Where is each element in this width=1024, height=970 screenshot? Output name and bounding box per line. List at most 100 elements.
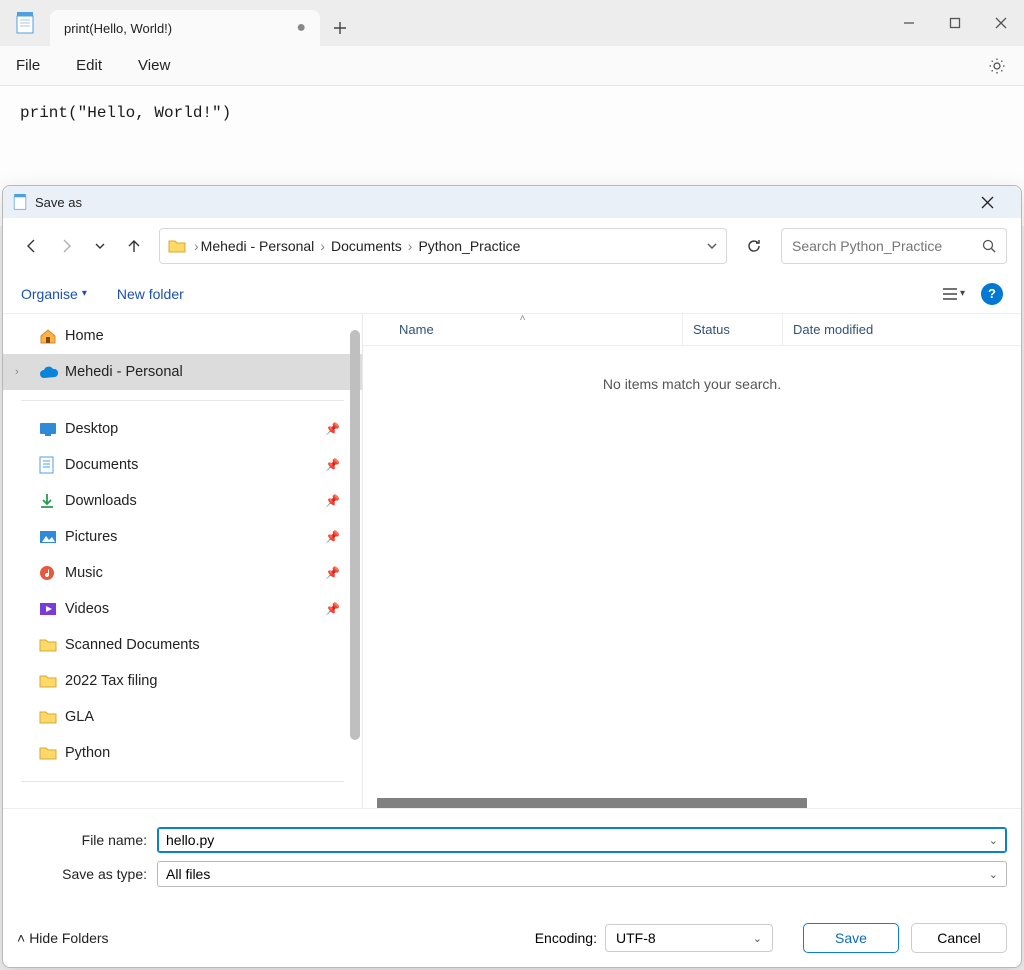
encoding-label: Encoding: [535,930,597,946]
hide-folders-button[interactable]: ˄ Hide Folders [17,930,109,946]
tree-item-personal[interactable]: › Mehedi - Personal [3,354,362,390]
minimize-button[interactable] [886,0,932,46]
encoding-select[interactable]: UTF-8 ⌄ [605,924,773,952]
music-icon [39,565,59,581]
cancel-button[interactable]: Cancel [911,923,1007,953]
save-button[interactable]: Save [803,923,899,953]
menu-view[interactable]: View [138,57,170,74]
view-options-button[interactable]: ▾ [942,287,965,301]
filename-field[interactable]: ⌄ [157,827,1007,853]
search-box[interactable] [781,228,1007,264]
chevron-down-icon[interactable]: ⌄ [753,932,762,945]
folder-icon [39,674,59,688]
chevron-down-icon[interactable]: ⌄ [989,834,998,847]
dialog-titlebar: Save as [3,186,1021,218]
help-button[interactable]: ? [981,283,1003,305]
tree-scrollbar[interactable] [350,330,360,740]
new-tab-button[interactable] [320,10,360,46]
crumb-2[interactable]: Python_Practice [418,238,520,254]
navigation-row: › Mehedi - Personal › Documents › Python… [3,218,1021,274]
dialog-body: Home › Mehedi - Personal Desktop 📌 Docum… [3,314,1021,808]
videos-icon [39,602,59,616]
tree-item-home[interactable]: Home [3,318,362,354]
empty-state-text: No items match your search. [363,376,1021,392]
pictures-icon [39,530,59,544]
pin-icon: 📌 [325,422,340,436]
save-as-dialog: Save as › Mehedi - Personal › Documents … [2,185,1022,968]
pin-icon: 📌 [325,530,340,544]
close-button[interactable] [978,0,1024,46]
dialog-notepad-icon [13,194,27,210]
list-column-headers: ˄ Name Status Date modified [363,314,1021,346]
encoding-value: UTF-8 [616,930,656,946]
downloads-icon [39,493,59,509]
horizontal-scrollbar[interactable] [377,798,807,808]
tree-item-desktop[interactable]: Desktop 📌 [3,411,362,447]
search-icon [982,239,996,253]
tree-divider [21,781,344,782]
tree-item-pictures[interactable]: Pictures 📌 [3,519,362,555]
tree-item-videos[interactable]: Videos 📌 [3,591,362,627]
savetype-field[interactable]: All files ⌄ [157,861,1007,887]
document-tab[interactable]: print(Hello, World!) ● [50,10,320,46]
column-status[interactable]: Status [683,314,783,345]
menu-file[interactable]: File [16,57,40,74]
menu-edit[interactable]: Edit [76,57,102,74]
organise-menu[interactable]: Organise ▾ [21,286,87,302]
home-icon [39,328,59,344]
breadcrumb: Mehedi - Personal › Documents › Python_P… [201,238,521,254]
notepad-app-icon [0,0,50,46]
notepad-titlebar: print(Hello, World!) ● [0,0,1024,46]
tree-item-music[interactable]: Music 📌 [3,555,362,591]
chevron-right-icon: › [192,238,201,254]
file-list-pane: ˄ Name Status Date modified No items mat… [363,314,1021,808]
nav-up-button[interactable] [119,231,149,261]
maximize-button[interactable] [932,0,978,46]
refresh-button[interactable] [737,228,771,264]
nav-recent-dropdown[interactable] [85,231,115,261]
nav-back-button[interactable] [17,231,47,261]
address-bar[interactable]: › Mehedi - Personal › Documents › Python… [159,228,727,264]
dialog-toolbar: Organise ▾ New folder ▾ ? [3,274,1021,314]
pin-icon: 📌 [325,494,340,508]
filename-input[interactable] [166,832,989,848]
chevron-right-icon[interactable]: › [15,366,19,378]
pin-icon: 📌 [325,602,340,616]
tree-item-python[interactable]: Python [3,735,362,771]
savetype-label: Save as type: [17,866,147,882]
tree-item-gla[interactable]: GLA [3,699,362,735]
documents-icon [39,456,59,474]
chevron-down-icon[interactable]: ⌄ [989,868,998,881]
crumb-1[interactable]: Documents [331,238,402,254]
menu-bar: File Edit View [0,46,1024,86]
search-input[interactable] [792,238,982,254]
tree-item-scanned[interactable]: Scanned Documents [3,627,362,663]
dialog-footer: ˄ Hide Folders Encoding: UTF-8 ⌄ Save Ca… [3,905,1021,967]
tree-divider [21,400,344,401]
document-tab-title: print(Hello, World!) [64,21,172,36]
tree-item-documents[interactable]: Documents 📌 [3,447,362,483]
new-folder-button[interactable]: New folder [117,286,184,302]
dialog-close-button[interactable] [981,196,1011,209]
navigation-tree: Home › Mehedi - Personal Desktop 📌 Docum… [3,314,363,808]
chevron-up-icon: ˄ [17,930,25,946]
chevron-right-icon: › [406,238,415,254]
filename-label: File name: [17,832,147,848]
chevron-down-icon: ▾ [960,288,965,299]
address-dropdown-icon[interactable] [706,240,718,252]
settings-gear-icon[interactable] [988,57,1006,75]
column-name[interactable]: ˄ Name [363,314,683,345]
folder-icon [39,638,59,652]
tree-item-downloads[interactable]: Downloads 📌 [3,483,362,519]
folder-icon [39,710,59,724]
dialog-title: Save as [35,195,82,210]
desktop-icon [39,422,59,436]
chevron-down-icon: ▾ [82,288,87,299]
folder-icon [39,746,59,760]
column-date[interactable]: Date modified [783,314,1021,345]
pin-icon: 📌 [325,566,340,580]
nav-forward-button[interactable] [51,231,81,261]
crumb-0[interactable]: Mehedi - Personal [201,238,315,254]
pin-icon: 📌 [325,458,340,472]
tree-item-tax[interactable]: 2022 Tax filing [3,663,362,699]
